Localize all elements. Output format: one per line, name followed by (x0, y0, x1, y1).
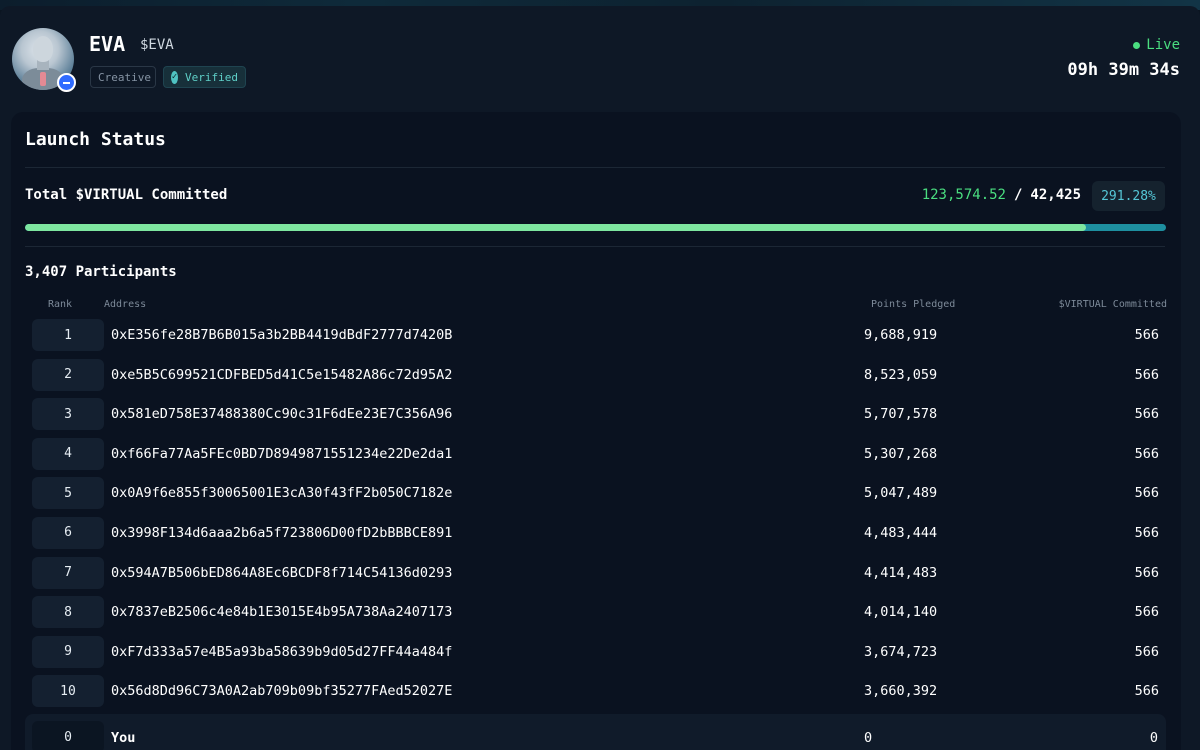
address-cell[interactable]: 0x7837eB2506c4e84b1E3015E4b95A738Aa24071… (111, 604, 452, 620)
address-cell[interactable]: 0x0A9f6e855f30065001E3cA30f43fF2b050C718… (111, 485, 452, 501)
virtual-cell: 566 (1134, 683, 1159, 700)
virtual-cell: 566 (1134, 445, 1159, 462)
your-rank: 0 (32, 721, 104, 750)
rank-cell: 4 (32, 437, 104, 470)
virtual-cell: 566 (1134, 366, 1159, 383)
virtual-cell: 566 (1134, 604, 1159, 621)
commit-progress-bar (25, 224, 1166, 231)
virtual-cell: 566 (1134, 564, 1159, 581)
table-row[interactable]: 8 0x7837eB2506c4e84b1E3015E4b95A738Aa2407… (11, 596, 1181, 636)
virtual-cell: 566 (1134, 327, 1159, 343)
launch-status-title: Launch Status (25, 129, 166, 150)
live-label: Live (1146, 37, 1180, 53)
rank-cell: 8 (32, 596, 104, 629)
table-row[interactable]: 9 0xF7d333a57e4B5a93ba58639b9d05d27FF44a4… (11, 635, 1181, 676)
address-cell[interactable]: 0xe5B5C699521CDFBED5d41C5e15482A86c72d95… (111, 367, 452, 383)
your-address: You (111, 730, 136, 746)
launch-status-card: Launch Status Total $VIRTUAL Committed 1… (11, 112, 1181, 750)
column-header-points: Points Pledged (871, 299, 956, 310)
virtual-cell: 566 (1134, 406, 1159, 423)
address-cell[interactable]: 0x594A7B506bED864A8Ec6BCDF8f714C54136d02… (111, 565, 452, 581)
divider (25, 246, 1165, 247)
address-cell[interactable]: 0xE356fe28B7B6B015a3b2BB4419dBdF2777d742… (111, 327, 452, 343)
rank-cell: 1 (32, 319, 104, 351)
category-tag-label: Creative (98, 70, 151, 84)
address-cell[interactable]: 0x3998F134d6aaa2b6a5f723806D00fD2bBBBCE8… (111, 525, 452, 541)
column-header-address: Address (104, 299, 147, 310)
progress-fill (25, 224, 1087, 231)
countdown-timer: 09h 39m 34s (1067, 60, 1180, 80)
committed-value: 123,574.52 (921, 187, 1006, 203)
points-cell: 5,707,578 (864, 406, 938, 423)
category-tag: Creative (90, 66, 156, 88)
token-name: EVA (89, 32, 126, 56)
address-cell[interactable]: 0x581eD758E37488380Cc90c31F6dEe23E7C356A… (111, 406, 452, 422)
table-row[interactable]: 2 0xe5B5C699521CDFBED5d41C5e15482A86c72d9… (11, 358, 1181, 399)
rank-cell: 7 (32, 556, 104, 589)
table-row[interactable]: 5 0x0A9f6e855f30065001E3cA30f43fF2b050C71… (11, 477, 1181, 517)
percent-badge: 291.28% (1092, 181, 1165, 211)
table-row[interactable]: 6 0x3998F134d6aaa2b6a5f723806D00fD2bBBBCE… (11, 516, 1181, 557)
points-cell: 3,674,723 (864, 643, 938, 660)
column-header-rank: Rank (48, 299, 73, 310)
live-dot-icon (1133, 41, 1141, 49)
committed-label: Total $VIRTUAL Committed (25, 187, 228, 203)
points-cell: 5,307,268 (864, 445, 938, 462)
rank-cell: 2 (32, 358, 104, 391)
points-cell: 5,047,489 (864, 485, 938, 502)
points-cell: 4,483,444 (864, 524, 938, 541)
table-row[interactable]: 10 0x56d8Dd96C73A0A2ab709b09bf35277FAed52… (11, 675, 1181, 715)
token-ticker: $EVA (140, 37, 174, 53)
virtual-cell: 566 (1134, 643, 1159, 660)
address-cell[interactable]: 0x56d8Dd96C73A0A2ab709b09bf35277FAed5202… (111, 683, 452, 699)
divider (25, 167, 1165, 168)
table-row[interactable]: 3 0x581eD758E37488380Cc90c31F6dEe23E7C356… (11, 398, 1181, 438)
your-points: 0 (864, 730, 873, 746)
table-row[interactable]: 7 0x594A7B506bED864A8Ec6BCDF8f714C54136d0… (11, 556, 1181, 597)
base-chain-icon (57, 73, 76, 92)
rank-cell: 5 (32, 477, 104, 510)
points-cell: 4,414,483 (864, 564, 938, 581)
verified-label: Verified (185, 70, 238, 84)
virtual-cell: 566 (1134, 485, 1159, 502)
rank-cell: 9 (32, 635, 104, 668)
committed-summary: 123,574.52 / 42,425 (922, 187, 1081, 203)
rank-cell: 3 (32, 398, 104, 431)
points-cell: 4,014,140 (864, 604, 938, 621)
goal-value: 42,425 (1030, 187, 1081, 203)
your-row: 0 You 0 0 (25, 714, 1166, 750)
virtual-cell: 566 (1134, 524, 1159, 541)
participants-count: 3,407 Participants (25, 264, 177, 280)
check-icon: ✓ (171, 70, 179, 84)
points-cell: 9,688,919 (864, 327, 938, 343)
verified-badge: ✓ Verified (163, 66, 246, 88)
committed-separator: / (1013, 187, 1023, 203)
table-row[interactable]: 1 0xE356fe28B7B6B015a3b2BB4419dBdF2777d74… (11, 319, 1181, 359)
address-cell[interactable]: 0xf66Fa77Aa5FEc0BD7D8949871551234e22De2d… (111, 446, 452, 462)
participants-table: 1 0xE356fe28B7B6B015a3b2BB4419dBdF2777d74… (11, 319, 1181, 715)
token-panel: EVA $EVA Creative ✓ Verified Live 09h 39… (0, 6, 1200, 750)
rank-cell: 10 (32, 675, 104, 708)
points-cell: 3,660,392 (864, 683, 938, 700)
column-header-virtual: $VIRTUAL Committed (1058, 299, 1167, 310)
rank-cell: 6 (32, 516, 104, 549)
address-cell[interactable]: 0xF7d333a57e4B5a93ba58639b9d05d27FF44a48… (111, 644, 452, 660)
live-status: Live (1133, 37, 1180, 53)
table-row[interactable]: 4 0xf66Fa77Aa5FEc0BD7D8949871551234e22De2… (11, 437, 1181, 478)
points-cell: 8,523,059 (864, 366, 938, 383)
your-virtual: 0 (1149, 730, 1158, 746)
